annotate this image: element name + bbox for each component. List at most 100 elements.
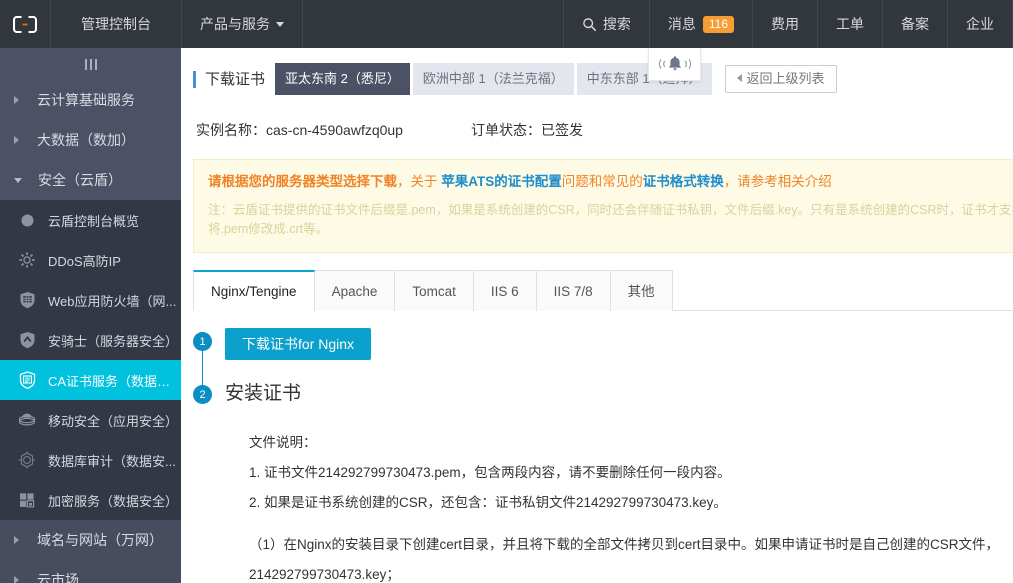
steps-section: 1 下载证书for Nginx 2 安装证书 文件说明： 1. 证书文件2142… xyxy=(193,328,1013,583)
nav-management-console-label: 管理控制台 xyxy=(81,16,151,32)
alert-link-format-conversion[interactable]: 证书格式转换 xyxy=(643,174,724,189)
alert-title-mid1: ，关于 xyxy=(397,174,442,189)
page-title: 下载证书 xyxy=(193,70,265,88)
sidebar-item-encryption[interactable]: 加密服务（数据安全） xyxy=(0,480,181,520)
notification-bell-icon xyxy=(658,56,691,71)
nav-messages[interactable]: 消息 116 xyxy=(650,0,753,48)
topbar-right-group: 搜索 消息 116 费用 工单 备案 企业 xyxy=(564,0,1013,48)
nav-search[interactable]: 搜索 xyxy=(564,0,650,48)
order-status-field: 订单状态：已签发 xyxy=(471,120,583,140)
aliyun-logo[interactable] xyxy=(0,0,51,48)
sidebar-group-big-data[interactable]: 大数据（数加） xyxy=(0,120,181,160)
chevron-down-icon xyxy=(14,177,22,183)
sidebar-group-label: 大数据（数加） xyxy=(37,132,135,148)
server-type-tabs: Nginx/Tengine Apache Tomcat IIS 6 IIS 7/… xyxy=(193,270,1013,311)
nav-management-console[interactable]: 管理控制台 xyxy=(51,0,182,48)
sidebar: 云计算基础服务 大数据（数加） 安全（云盾） 云盾控制台概览 DDoS高防IP … xyxy=(0,48,181,583)
instance-name-label: 实例名称： xyxy=(196,122,266,138)
back-to-list-button[interactable]: 返回上级列表 xyxy=(724,65,837,93)
order-status-label: 订单状态： xyxy=(470,122,541,138)
top-navigation-bar: 管理控制台 产品与服务 搜索 消息 116 费用 工单 备案 企业 xyxy=(0,0,1013,48)
sidebar-group-cloud-computing[interactable]: 云计算基础服务 xyxy=(0,80,181,120)
chevron-right-icon xyxy=(14,96,19,104)
nav-enterprise[interactable]: 企业 xyxy=(948,0,1013,48)
alert-title-lead: 请根据您的服务器类型选择下载 xyxy=(208,174,397,189)
messages-count-badge: 116 xyxy=(702,15,734,33)
file-desc-line-2: 2. 如果是证书系统创建的CSR，还包含：证书私钥文件2142927997304… xyxy=(249,495,727,510)
tab-other[interactable]: 其他 xyxy=(610,270,673,311)
instruction-gap xyxy=(249,518,1013,530)
server-tab-label: IIS 6 xyxy=(490,284,519,299)
shield-arrow-icon xyxy=(16,329,38,351)
sidebar-group-label: 安全（云盾） xyxy=(38,172,122,188)
tab-nginx-tengine[interactable]: Nginx/Tengine xyxy=(193,270,315,311)
nav-tickets-label: 工单 xyxy=(836,16,864,32)
notification-bell-popup[interactable] xyxy=(648,48,701,81)
sidebar-item-overview[interactable]: 云盾控制台概览 xyxy=(0,200,181,240)
nav-products-services-label: 产品与服务 xyxy=(200,16,270,32)
sidebar-group-security[interactable]: 安全（云盾） xyxy=(0,160,181,200)
install-instructions: 文件说明： 1. 证书文件214292799730473.pem，包含两段内容，… xyxy=(249,428,1013,583)
sidebar-item-label: 云盾控制台概览 xyxy=(48,213,140,229)
region-tab-eu-central-1[interactable]: 欧洲中部 1（法兰克福） xyxy=(412,63,574,95)
sidebar-item-label: CA证书服务（数据安... xyxy=(48,373,180,389)
tab-apache[interactable]: Apache xyxy=(314,270,396,311)
sidebar-collapse-handle[interactable] xyxy=(0,48,181,80)
nav-filing-label: 备案 xyxy=(901,16,929,32)
sidebar-item-db-audit[interactable]: 数据库审计（数据安... xyxy=(0,440,181,480)
server-tab-label: Nginx/Tengine xyxy=(211,284,297,299)
step-2: 2 安装证书 xyxy=(193,381,1013,407)
tab-iis-6[interactable]: IIS 6 xyxy=(473,270,537,311)
region-tab-label: 亚太东南 2（悉尼） xyxy=(285,71,400,86)
sidebar-item-ca-certificate[interactable]: CA证书服务（数据安... xyxy=(0,360,181,400)
region-tab-label: 欧洲中部 1（法兰克福） xyxy=(422,71,564,86)
alert-link-ats-config[interactable]: 苹果ATS的证书配置 xyxy=(441,174,562,189)
aliyun-bracket-logo-icon xyxy=(13,15,37,33)
install-step-1: （1）在Nginx的安装目录下创建cert目录，并且将下载的全部文件拷贝到cer… xyxy=(249,537,1000,552)
search-icon xyxy=(583,17,597,31)
gear-icon xyxy=(16,249,38,271)
collapse-handle-icon xyxy=(84,58,97,70)
info-alert-box: 请根据您的服务器类型选择下载，关于 苹果ATS的证书配置问题和常见的证书格式转换… xyxy=(193,159,1013,253)
sidebar-item-waf[interactable]: Web应用防火墙（网... xyxy=(0,280,181,320)
circle-icon xyxy=(16,209,38,231)
alert-title-tail: ，请参考相关介绍 xyxy=(723,174,832,189)
step-2-number: 2 xyxy=(193,385,212,404)
nav-tickets[interactable]: 工单 xyxy=(818,0,883,48)
sidebar-group-label: 域名与网站（万网） xyxy=(37,532,163,548)
sidebar-item-label: 移动安全（应用安全） xyxy=(48,413,179,429)
tab-tomcat[interactable]: Tomcat xyxy=(395,270,474,311)
file-desc-line-1: 1. 证书文件214292799730473.pem，包含两段内容，请不要删除任… xyxy=(249,465,731,480)
sidebar-group-marketplace[interactable]: 云市场 xyxy=(0,560,181,583)
instance-name-field: 实例名称：cas-cn-4590awfzq0up xyxy=(196,120,403,140)
sidebar-item-ddos[interactable]: DDoS高防IP xyxy=(0,240,181,280)
sidebar-item-server-guard[interactable]: 安骑士（服务器安全） xyxy=(0,320,181,360)
lock-shield-icon xyxy=(16,489,38,511)
layers-icon xyxy=(16,409,38,431)
page-header-row: 下载证书 亚太东南 2（悉尼） 欧洲中部 1（法兰克福） 中东东部 1（迪拜） … xyxy=(181,48,1013,96)
nav-billing-label: 费用 xyxy=(771,16,799,32)
region-tab-ap-southeast-2[interactable]: 亚太东南 2（悉尼） xyxy=(275,63,410,95)
sidebar-item-label: 数据库审计（数据安... xyxy=(48,453,176,469)
alert-title-line: 请根据您的服务器类型选择下载，关于 苹果ATS的证书配置问题和常见的证书格式转换… xyxy=(208,172,1013,192)
instance-meta-row: 实例名称：cas-cn-4590awfzq0up 订单状态：已签发 xyxy=(181,96,1013,140)
sidebar-group-domain-website[interactable]: 域名与网站（万网） xyxy=(0,520,181,560)
arrow-left-icon xyxy=(736,74,742,82)
topbar-spacer xyxy=(303,0,564,48)
sidebar-item-label: 安骑士（服务器安全） xyxy=(48,333,179,349)
tab-iis-7-8[interactable]: IIS 7/8 xyxy=(536,270,611,311)
sidebar-item-mobile-security[interactable]: 移动安全（应用安全） xyxy=(0,400,181,440)
nav-billing[interactable]: 费用 xyxy=(753,0,818,48)
nav-filing[interactable]: 备案 xyxy=(883,0,948,48)
main-content: 下载证书 亚太东南 2（悉尼） 欧洲中部 1（法兰克福） 中东东部 1（迪拜） … xyxy=(181,48,1013,583)
sidebar-item-label: Web应用防火墙（网... xyxy=(48,293,177,309)
file-desc-title: 文件说明： xyxy=(249,435,317,450)
server-tab-label: Apache xyxy=(331,284,378,299)
server-tab-label: IIS 7/8 xyxy=(553,284,593,299)
nav-search-label: 搜索 xyxy=(602,16,631,32)
nav-products-services[interactable]: 产品与服务 xyxy=(182,0,303,48)
console-page: 管理控制台 产品与服务 搜索 消息 116 费用 工单 备案 企业 云计算基础服… xyxy=(0,0,1013,583)
sidebar-item-label: 加密服务（数据安全） xyxy=(48,493,179,509)
compass-icon xyxy=(16,449,38,471)
download-certificate-button[interactable]: 下载证书for Nginx xyxy=(225,328,372,360)
